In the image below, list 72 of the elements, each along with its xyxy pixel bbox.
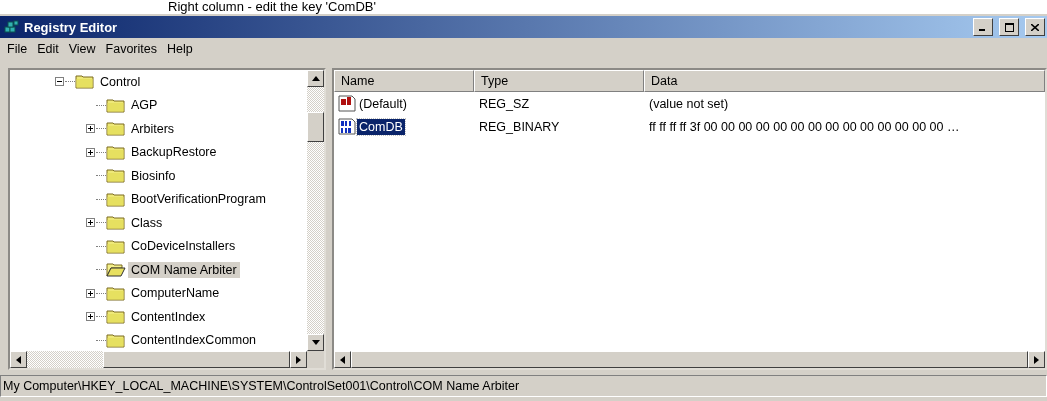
plus-icon xyxy=(88,126,93,132)
tree-item[interactable]: BackupRestore xyxy=(128,144,220,161)
tree-item[interactable]: ContentIndex xyxy=(128,308,209,325)
folder-icon xyxy=(106,97,126,113)
vertical-scrollbar[interactable] xyxy=(307,70,324,351)
value-data: (value not set) xyxy=(648,96,730,111)
window-title: Registry Editor xyxy=(24,19,119,35)
scrollbar-thumb[interactable] xyxy=(103,351,290,368)
tree-item[interactable]: AGP xyxy=(128,97,161,114)
status-bar: My Computer\HKEY_LOCAL_MACHINE\SYSTEM\ControlSet001\Control\COM Name Arbiter xyxy=(0,375,1047,397)
minimize-button[interactable] xyxy=(973,18,993,36)
horizontal-scrollbar[interactable] xyxy=(10,351,307,368)
tree-item[interactable]: CoDeviceInstallers xyxy=(128,238,239,255)
tree-item[interactable]: ComputerName xyxy=(128,285,223,302)
left-arrow-icon xyxy=(16,355,21,364)
up-arrow-icon xyxy=(311,76,320,81)
menu-item[interactable]: View xyxy=(63,42,101,56)
menu-item[interactable]: Favorites xyxy=(100,42,162,56)
tree-item[interactable]: ContentIndexCommon xyxy=(128,332,260,349)
down-arrow-icon xyxy=(311,340,320,345)
collapse-toggle[interactable] xyxy=(55,77,64,87)
tree-item[interactable]: COM Name Arbiter xyxy=(128,261,240,278)
expand-toggle[interactable] xyxy=(86,288,95,298)
plus-icon xyxy=(88,220,93,226)
close-icon xyxy=(1031,23,1039,31)
folder-icon xyxy=(106,168,126,184)
folder-icon xyxy=(106,121,126,137)
maximize-icon xyxy=(1004,22,1014,32)
scrollbar-thumb[interactable] xyxy=(307,112,324,142)
plus-icon xyxy=(88,149,93,155)
right-arrow-icon xyxy=(1034,355,1039,364)
close-button[interactable] xyxy=(1025,18,1045,36)
folder-icon xyxy=(106,144,126,160)
column-header[interactable]: Name xyxy=(334,70,474,92)
tree-item[interactable]: Arbiters xyxy=(128,120,178,137)
tree-item[interactable]: Control xyxy=(97,73,144,90)
value-name[interactable]: ComDB xyxy=(357,118,405,135)
menu-item[interactable]: File xyxy=(2,42,33,56)
tree-item[interactable]: BootVerificationProgram xyxy=(128,191,269,208)
folder-icon xyxy=(106,332,126,348)
expand-toggle[interactable] xyxy=(86,218,95,228)
folder-icon xyxy=(106,238,126,254)
expand-toggle[interactable] xyxy=(86,124,95,134)
value-data: ff ff ff ff 3f 00 00 00 00 00 00 00 00 00 00 00 00 00 00 … xyxy=(648,119,961,134)
expand-toggle[interactable] xyxy=(86,147,95,157)
folder-icon xyxy=(106,215,126,231)
menu-item[interactable]: Help xyxy=(162,42,198,56)
menu-item[interactable]: Edit xyxy=(32,42,64,56)
string-value-icon xyxy=(338,95,356,112)
value-type: REG_SZ xyxy=(478,96,530,111)
maximize-button[interactable] xyxy=(999,18,1019,36)
folder-icon xyxy=(106,309,126,325)
column-header[interactable]: Data xyxy=(644,70,1045,92)
folder-icon xyxy=(106,285,126,301)
open-folder-icon xyxy=(106,262,126,278)
column-header[interactable]: Type xyxy=(474,70,644,92)
binary-value-icon xyxy=(338,118,356,135)
registry-cubes-icon xyxy=(4,19,20,35)
value-name[interactable]: (Default) xyxy=(357,95,409,112)
folder-icon xyxy=(106,191,126,207)
tree-item[interactable]: Biosinfo xyxy=(128,167,179,184)
left-arrow-icon xyxy=(340,355,345,364)
tree-item[interactable]: Class xyxy=(128,214,166,231)
plus-icon xyxy=(88,314,93,320)
scrollbar-corner xyxy=(307,351,324,368)
expand-toggle[interactable] xyxy=(86,312,95,322)
folder-icon xyxy=(75,74,95,90)
value-type: REG_BINARY xyxy=(478,119,561,134)
plus-icon xyxy=(88,290,93,296)
right-arrow-icon xyxy=(296,355,301,364)
minus-icon xyxy=(57,79,62,85)
caption-text: Right column - edit the key 'ComDB' xyxy=(167,0,377,14)
